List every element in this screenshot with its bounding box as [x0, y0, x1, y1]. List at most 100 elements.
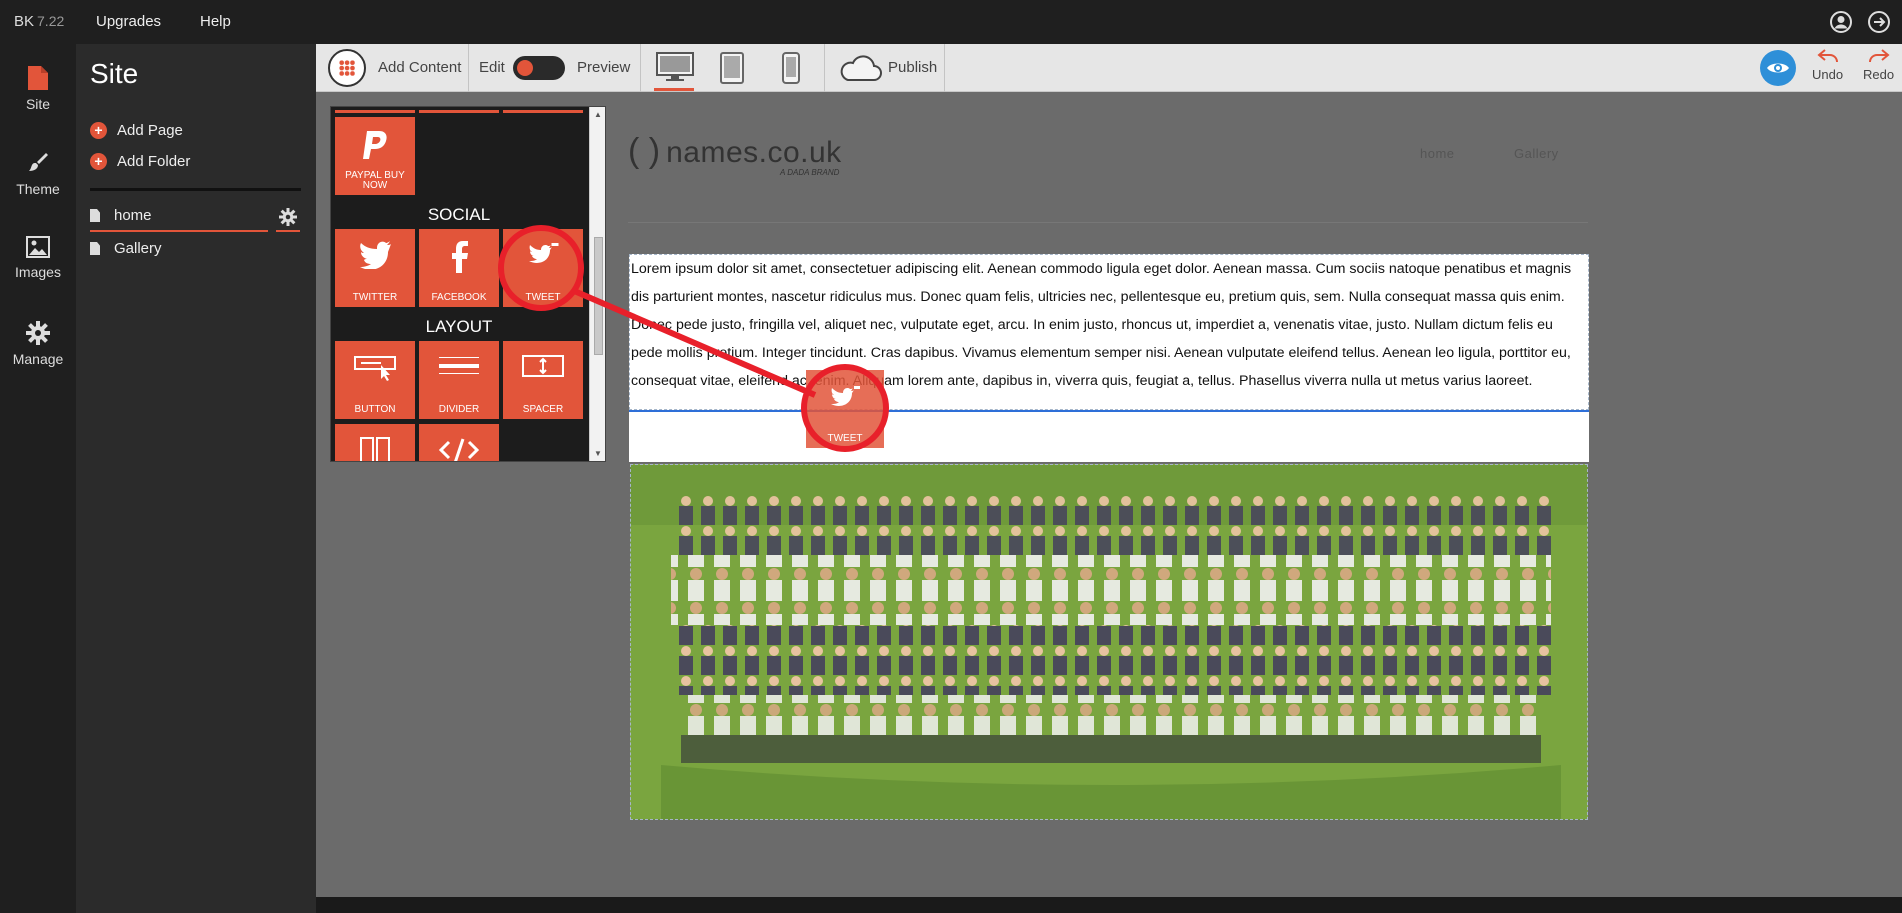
- add-page-button[interactable]: + Add Page: [90, 122, 183, 139]
- plus-icon: +: [90, 122, 107, 139]
- plus-icon: +: [90, 153, 107, 170]
- nav-theme[interactable]: Theme: [0, 137, 76, 207]
- scroll-thumb[interactable]: [594, 237, 603, 355]
- twitter-icon: [360, 241, 391, 269]
- tile-twitter[interactable]: TWITTER: [335, 229, 415, 307]
- desktop-view-icon[interactable]: [656, 52, 694, 82]
- tile-strip: [419, 110, 499, 113]
- undo-button[interactable]: Undo: [1812, 48, 1843, 82]
- site-nav-home[interactable]: home: [1420, 146, 1455, 161]
- tile-strip: [503, 110, 583, 113]
- brush-icon: [29, 153, 48, 171]
- drop-zone[interactable]: [629, 412, 1589, 462]
- tile-spacer[interactable]: SPACER: [503, 341, 583, 419]
- text-block[interactable]: Lorem ipsum dolor sit amet, consectetuer…: [629, 254, 1589, 410]
- menu-upgrades[interactable]: Upgrades: [96, 13, 161, 30]
- add-content-button[interactable]: Add Content: [378, 59, 461, 76]
- grid-icon: [339, 60, 355, 76]
- page-item-gallery[interactable]: Gallery: [90, 240, 162, 257]
- publish-button[interactable]: Publish: [888, 59, 937, 76]
- site-logo[interactable]: ( ) names.co.uk A DADA BRAND: [628, 132, 842, 177]
- page-settings-button[interactable]: [276, 206, 300, 232]
- site-nav-gallery[interactable]: Gallery: [1514, 146, 1559, 161]
- tile-label: TWITTER: [352, 292, 398, 303]
- page-item-label: home: [114, 207, 152, 224]
- toolbar-separator: [944, 44, 945, 92]
- nav-manage[interactable]: Manage: [0, 307, 76, 377]
- tile-label: DIVIDER: [438, 404, 480, 415]
- page-icon: [90, 242, 100, 255]
- undo-icon: [1816, 49, 1838, 63]
- layout-heading: LAYOUT: [425, 317, 493, 336]
- spacer-icon: [522, 355, 564, 377]
- logout-icon[interactable]: [1868, 11, 1890, 33]
- logo-mark: ( ): [628, 132, 661, 170]
- toolbar-separator: [824, 44, 825, 92]
- nav-images[interactable]: Images: [0, 222, 76, 292]
- facebook-icon: [452, 241, 468, 273]
- eye-icon: [1767, 63, 1789, 73]
- tile-divider[interactable]: DIVIDER: [419, 341, 499, 419]
- nav-site[interactable]: Site: [0, 52, 76, 122]
- redo-icon: [1868, 49, 1890, 63]
- app-version: 7.22: [37, 13, 65, 29]
- tile-button[interactable]: BUTTON: [335, 341, 415, 419]
- edit-preview-toggle[interactable]: [513, 56, 565, 80]
- tablet-view-icon[interactable]: [720, 52, 744, 84]
- active-device-indicator: [654, 88, 694, 91]
- brand-name: BK: [14, 13, 35, 30]
- code-icon: [438, 438, 480, 461]
- page-icon: [90, 209, 100, 222]
- group-photo[interactable]: [630, 464, 1588, 820]
- tweet-icon: [529, 243, 559, 263]
- mobile-view-icon[interactable]: [782, 52, 800, 84]
- nav-images-label: Images: [15, 264, 61, 280]
- preview-label: Preview: [577, 59, 631, 76]
- top-bar: BK 7.22 Upgrades Help: [0, 0, 1902, 44]
- tile-label: FACEBOOK: [431, 292, 487, 303]
- site-panel: Site + Add Page + Add Folder home Galler…: [76, 44, 316, 913]
- divider-icon: [439, 357, 479, 374]
- undo-label: Undo: [1812, 67, 1844, 82]
- add-content-grid-button[interactable]: [328, 49, 366, 87]
- tile-html[interactable]: [419, 424, 499, 461]
- bottom-bar: [316, 897, 1902, 913]
- active-page-underline: [90, 230, 268, 232]
- palette-scrollbar[interactable]: ▲ ▼: [589, 107, 605, 461]
- columns-icon: [360, 437, 390, 461]
- logo-subtitle: A DADA BRAND: [780, 168, 840, 177]
- redo-label: Redo: [1863, 67, 1895, 82]
- site-file-icon: [28, 66, 48, 90]
- social-heading: SOCIAL: [427, 205, 491, 224]
- add-page-label: Add Page: [117, 122, 183, 139]
- preview-eye-button[interactable]: [1760, 50, 1796, 86]
- nav-theme-label: Theme: [16, 181, 60, 197]
- page-item-home[interactable]: home: [90, 207, 152, 224]
- panel-divider: [90, 188, 301, 191]
- add-folder-button[interactable]: + Add Folder: [90, 153, 190, 170]
- paypal-icon: [363, 131, 387, 159]
- account-icon[interactable]: [1830, 11, 1852, 33]
- menu-help[interactable]: Help: [200, 13, 231, 30]
- settings-underline: [276, 230, 300, 232]
- header-rule: [628, 222, 1588, 223]
- redo-button[interactable]: Redo: [1863, 48, 1894, 82]
- page-item-label: Gallery: [114, 240, 162, 257]
- tile-facebook[interactable]: FACEBOOK: [419, 229, 499, 307]
- scroll-down-icon[interactable]: ▼: [594, 449, 602, 458]
- tile-paypal[interactable]: PAYPAL BUY NOW: [335, 117, 415, 195]
- tile-label: TWEET: [525, 292, 561, 303]
- tweet-icon: [831, 386, 860, 406]
- group-photo-image: [631, 465, 1587, 819]
- add-folder-label: Add Folder: [117, 153, 191, 170]
- tile-columns[interactable]: [335, 424, 415, 461]
- toggle-knob: [517, 60, 533, 76]
- scroll-up-icon[interactable]: ▲: [594, 110, 602, 119]
- cloud-icon[interactable]: [838, 54, 882, 82]
- logo-text: names.co.uk: [666, 136, 842, 169]
- tile-tweet[interactable]: TWEET: [503, 229, 583, 307]
- tile-label: SPACER: [522, 404, 564, 415]
- site-panel-title: Site: [90, 58, 139, 89]
- toolbar-separator: [640, 44, 641, 92]
- left-nav: Site Theme Images Manage: [0, 44, 76, 913]
